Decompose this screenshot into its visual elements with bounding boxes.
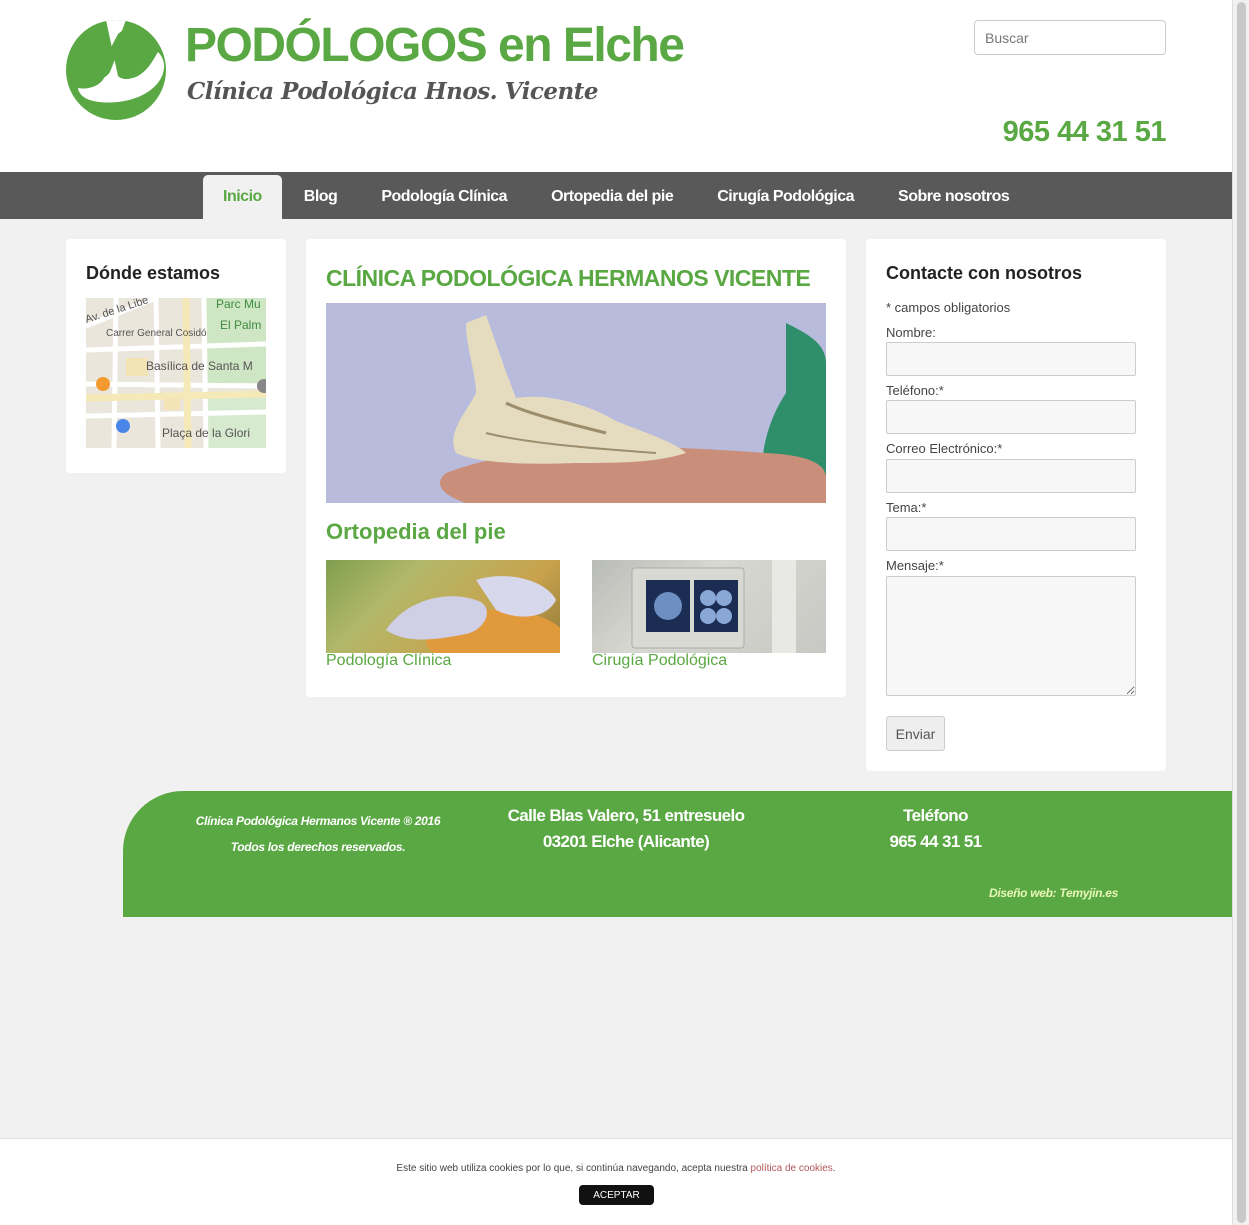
- scrollbar-thumb[interactable]: [1237, 2, 1246, 1223]
- phone-label: Teléfono: [903, 806, 968, 825]
- address-line: 03201 Elche (Alicante): [542, 832, 710, 851]
- section-title: Ortopedia del pie: [326, 519, 506, 544]
- location-title: Dónde estamos: [86, 263, 221, 283]
- subject-label: Tema:*: [886, 500, 927, 515]
- map-label: Parc Mu: [216, 298, 261, 311]
- send-button[interactable]: Enviar: [886, 716, 945, 751]
- footer-address: Calle Blas Valero, 51 entresuelo 03201 E…: [491, 803, 761, 855]
- cookie-policy-link[interactable]: política de cookies: [751, 1163, 833, 1174]
- nav-item-sobre-nosotros[interactable]: Sobre nosotros: [876, 175, 1031, 219]
- map-label: Basílica de Santa M: [146, 359, 253, 373]
- copyright-line: Clínica Podológica Hermanos Vicente ® 20…: [195, 814, 441, 828]
- nav-item-podologia-clinica[interactable]: Podología Clínica: [359, 175, 529, 219]
- page-scrollbar[interactable]: [1232, 0, 1249, 1225]
- copyright-line: Todos los derechos reservados.: [230, 840, 406, 854]
- site-subtitle: Clínica Podológica Hnos. Vicente: [187, 78, 598, 105]
- location-panel: Dónde estamos Av. de la Libe Carrer Gene…: [66, 239, 286, 473]
- page: PODÓLOGOS en Elche Clínica Podológica Hn…: [0, 0, 1232, 1225]
- site-footer: Clínica Podológica Hermanos Vicente ® 20…: [123, 791, 1232, 917]
- required-note: * campos obligatorios: [886, 300, 1011, 315]
- header-phone: 965 44 31 51: [1002, 116, 1167, 148]
- card-link-cirugia[interactable]: Cirugía Podológica: [592, 652, 727, 670]
- message-field[interactable]: [886, 576, 1136, 696]
- card-image-podologia[interactable]: [326, 560, 560, 653]
- cookie-banner: Este sitio web utiliza cookies por lo qu…: [0, 1138, 1232, 1225]
- card-image-cirugia[interactable]: [592, 560, 826, 653]
- map-label: Plaça de la Glori: [162, 426, 251, 440]
- content-title: CLÍNICA PODOLÓGICA HERMANOS VICENTE: [326, 265, 811, 291]
- name-label: Nombre:: [886, 325, 936, 340]
- email-label: Correo Electrónico:*: [886, 441, 1003, 456]
- accept-cookies-button[interactable]: ACEPTAR: [579, 1185, 654, 1205]
- contact-title: Contacte con nosotros: [886, 263, 1083, 283]
- search-input[interactable]: [974, 20, 1166, 55]
- contact-panel: Contacte con nosotros * campos obligator…: [866, 239, 1166, 771]
- foot-logo-icon[interactable]: [66, 20, 166, 120]
- nav-item-blog[interactable]: Blog: [282, 175, 360, 219]
- address-line: Calle Blas Valero, 51 entresuelo: [507, 806, 745, 825]
- content-panel: CLÍNICA PODOLÓGICA HERMANOS VICENTE Orto…: [306, 239, 846, 697]
- email-field[interactable]: [886, 459, 1136, 493]
- site-header: PODÓLOGOS en Elche Clínica Podológica Hn…: [0, 0, 1232, 172]
- map-label: Carrer General Cosidó: [106, 328, 207, 339]
- phone-label: Teléfono:*: [886, 383, 944, 398]
- footer-phone: Teléfono 965 44 31 51: [863, 803, 1008, 855]
- nav-item-inicio[interactable]: Inicio: [203, 175, 282, 219]
- map-label: El Palm: [220, 318, 262, 332]
- phone-number: 965 44 31 51: [889, 832, 982, 851]
- nav-item-ortopedia[interactable]: Ortopedia del pie: [529, 175, 695, 219]
- main-navigation: Inicio Blog Podología Clínica Ortopedia …: [0, 172, 1232, 219]
- site-title[interactable]: PODÓLOGOS en Elche: [185, 18, 685, 73]
- nav-item-cirugia[interactable]: Cirugía Podológica: [695, 175, 876, 219]
- subject-field[interactable]: [886, 517, 1136, 551]
- name-field[interactable]: [886, 342, 1136, 376]
- message-label: Mensaje:*: [886, 558, 944, 573]
- cookie-text: Este sitio web utiliza cookies por lo qu…: [396, 1163, 748, 1174]
- card-link-podologia[interactable]: Podología Clínica: [326, 652, 451, 670]
- design-credit-link[interactable]: Diseño web: Temyjin.es: [989, 886, 1118, 900]
- hero-image-foot-skeleton: [326, 303, 826, 503]
- phone-field[interactable]: [886, 400, 1136, 434]
- footer-copyright: Clínica Podológica Hermanos Vicente ® 20…: [187, 808, 449, 860]
- location-map[interactable]: Av. de la Libe Carrer General Cosidó Par…: [86, 298, 266, 448]
- cookie-message: Este sitio web utiliza cookies por lo qu…: [396, 1163, 836, 1174]
